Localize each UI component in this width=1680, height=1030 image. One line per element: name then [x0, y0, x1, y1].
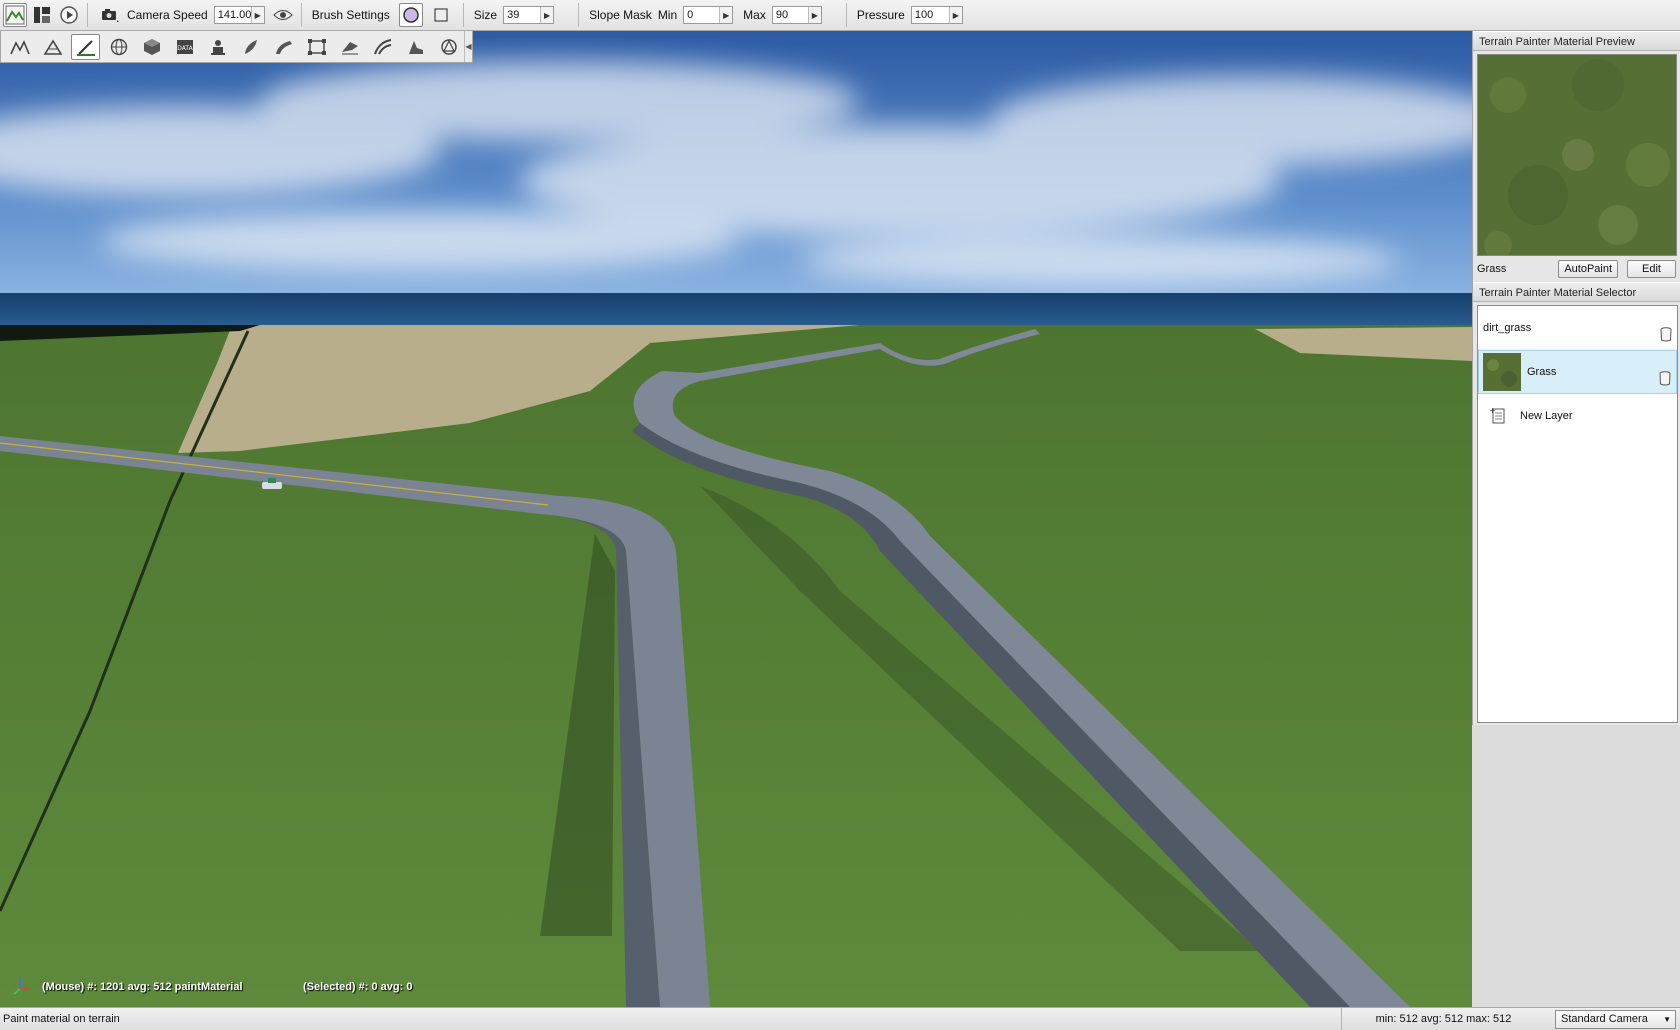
- size-field[interactable]: 39 ▶: [503, 6, 555, 24]
- collapse-palette-icon[interactable]: ◀: [464, 31, 472, 62]
- visibility-eye-icon[interactable]: [271, 3, 295, 27]
- mesh-road-icon[interactable]: [302, 34, 331, 60]
- nav-icon[interactable]: [434, 34, 463, 60]
- camera-speed-arrow-icon[interactable]: ▶: [250, 7, 264, 23]
- terrain-smooth-icon[interactable]: [38, 34, 67, 60]
- square-brush-icon[interactable]: [429, 3, 453, 27]
- size-arrow-icon[interactable]: ▶: [540, 7, 554, 23]
- slope-max-value[interactable]: 90: [773, 7, 808, 23]
- layout-icon[interactable]: [30, 3, 54, 27]
- slope-min-value[interactable]: 0: [684, 7, 719, 23]
- material-preview-image: [1477, 54, 1677, 256]
- camera-icon[interactable]: [97, 3, 123, 27]
- slope-min-arrow-icon[interactable]: ▶: [719, 7, 733, 23]
- datablock-icon[interactable]: DATA: [170, 34, 199, 60]
- material-preview-title: Terrain Painter Material Preview: [1473, 31, 1680, 51]
- pressure-field[interactable]: 100 ▶: [910, 6, 963, 24]
- slope-min-label: Min: [657, 8, 678, 22]
- camera-mode-select[interactable]: Standard Camera ▼: [1555, 1009, 1676, 1029]
- decal-icon[interactable]: [368, 34, 397, 60]
- camera-speed-label: Camera Speed: [127, 8, 208, 22]
- globe-icon[interactable]: [104, 34, 133, 60]
- forest-icon[interactable]: [236, 34, 265, 60]
- material-preview-row: Grass AutoPaint Edit: [1473, 256, 1680, 282]
- pressure-arrow-icon[interactable]: ▶: [948, 7, 962, 23]
- material-selector-title: Terrain Painter Material Selector: [1473, 282, 1680, 302]
- delete-material-icon[interactable]: [1659, 371, 1671, 389]
- new-layer-icon: +: [1488, 406, 1506, 427]
- edit-material-button[interactable]: Edit: [1627, 260, 1676, 278]
- new-layer-item[interactable]: + New Layer: [1478, 394, 1677, 438]
- slope-max-label: Max: [743, 8, 766, 22]
- camera-speed-value[interactable]: 141.00: [215, 7, 251, 23]
- size-value[interactable]: 39: [504, 7, 540, 23]
- material-item-dirt-grass[interactable]: dirt_grass: [1478, 306, 1677, 350]
- mouse-readout: (Mouse) #: 1201 avg: 512 paintMaterial: [42, 981, 243, 993]
- object-cube-icon[interactable]: [137, 34, 166, 60]
- right-panel: Terrain Painter Material Preview Grass A…: [1472, 31, 1680, 725]
- river-icon[interactable]: [335, 34, 364, 60]
- terrain-raise-icon[interactable]: [5, 34, 34, 60]
- status-stats: min: 512 avg: 512 max: 512: [1341, 1008, 1545, 1030]
- material-selector-list: dirt_grass Grass + New Layer: [1477, 305, 1678, 723]
- toolbar-separator: [300, 3, 302, 27]
- preview-material-name: Grass: [1477, 263, 1507, 275]
- svg-text:+: +: [1489, 406, 1496, 415]
- camera-mode-value: Standard Camera: [1561, 1013, 1648, 1025]
- main-toolbar: Camera Speed 141.00 ▶ Brush Settings Siz…: [0, 0, 1680, 31]
- material-item-grass[interactable]: Grass: [1478, 350, 1677, 394]
- material-item-label: Grass: [1527, 366, 1557, 378]
- circle-brush-icon[interactable]: [398, 3, 423, 27]
- pressure-label: Pressure: [856, 8, 905, 22]
- road-icon[interactable]: [269, 34, 298, 60]
- toolbar-separator: [87, 3, 88, 27]
- material-item-label: dirt_grass: [1483, 321, 1532, 334]
- chevron-down-icon: ▼: [1663, 1014, 1671, 1024]
- brush-settings-label: Brush Settings: [311, 8, 390, 22]
- 3d-viewport[interactable]: (Mouse) #: 1201 avg: 512 paintMaterial (…: [0, 31, 1472, 1007]
- selected-readout: (Selected) #: 0 avg: 0: [303, 981, 413, 993]
- slope-max-field[interactable]: 90 ▶: [771, 6, 822, 24]
- new-layer-label: New Layer: [1520, 410, 1573, 422]
- status-message: Paint material on terrain: [3, 1013, 120, 1025]
- camera-speed-field[interactable]: 141.00 ▶: [213, 6, 265, 24]
- status-bar: Paint material on terrain min: 512 avg: …: [0, 1007, 1680, 1030]
- slope-min-field[interactable]: 0 ▶: [683, 6, 734, 24]
- paint-material-icon[interactable]: [71, 33, 100, 60]
- slope-max-arrow-icon[interactable]: ▶: [807, 7, 821, 23]
- spawn-icon[interactable]: [203, 34, 232, 60]
- slope-mask-label: Slope Mask: [589, 8, 652, 22]
- terrain-editor-icon[interactable]: [3, 3, 27, 27]
- delete-material-icon[interactable]: [1660, 327, 1672, 345]
- terrain-scene[interactable]: [0, 31, 1472, 1007]
- toolbar-separator: [578, 3, 580, 27]
- svg-text:DATA: DATA: [177, 45, 193, 52]
- meshes-icon[interactable]: [401, 34, 430, 60]
- autopaint-button[interactable]: AutoPaint: [1558, 260, 1619, 278]
- grass-thumbnail: [1483, 353, 1521, 391]
- size-label: Size: [473, 8, 498, 22]
- tool-palette: DATA ◀: [0, 31, 473, 63]
- play-icon[interactable]: [57, 3, 81, 27]
- toolbar-separator: [845, 3, 847, 27]
- toolbar-separator: [462, 3, 464, 27]
- pressure-value[interactable]: 100: [912, 7, 949, 23]
